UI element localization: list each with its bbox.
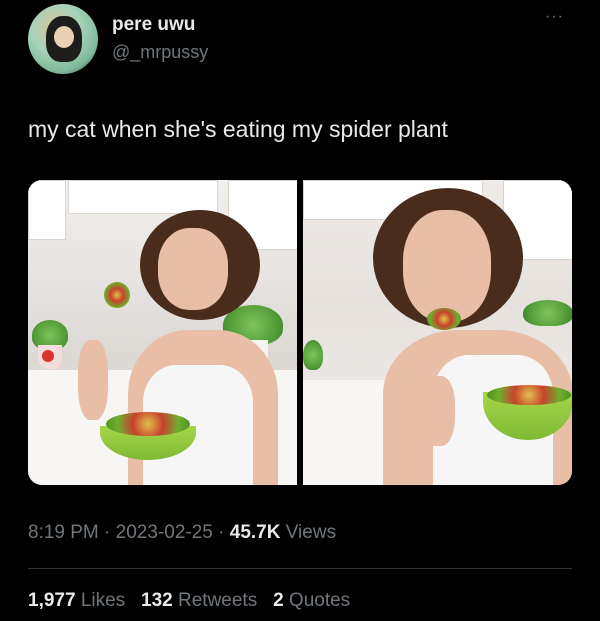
more-options-icon[interactable]: ··· (545, 8, 564, 26)
arm (421, 376, 455, 446)
fork-salad (427, 308, 461, 330)
face (158, 228, 228, 310)
plant (523, 300, 572, 326)
quotes-count: 2 (273, 590, 284, 611)
views-label: Views (280, 522, 337, 543)
tweet-meta: 8:19 PM · 2023-02-25 · 45.7K Views (28, 522, 336, 544)
tweet-text: my cat when she's eating my spider plant (28, 116, 448, 142)
cabinet (68, 180, 218, 214)
retweets-label: Retweets (172, 590, 258, 611)
tweet-date[interactable]: 2023-02-25 (116, 522, 213, 543)
photo-left[interactable] (28, 180, 297, 485)
tomato (42, 350, 54, 362)
likes-stat[interactable]: 1,977 Likes (28, 590, 125, 611)
retweets-count: 132 (141, 590, 173, 611)
tweet: pere uwu @_mrpussy ··· my cat when she's… (0, 0, 600, 621)
separator: · (98, 522, 116, 543)
quotes-label: Quotes (283, 590, 351, 611)
fork-salad (104, 282, 130, 308)
avatar[interactable] (28, 4, 98, 74)
likes-label: Likes (75, 590, 126, 611)
separator: · (212, 522, 230, 543)
retweets-stat[interactable]: 132 Retweets (141, 590, 257, 611)
likes-count: 1,977 (28, 590, 76, 611)
engagement-stats: 1,977 Likes 132 Retweets 2 Quotes (28, 590, 350, 612)
plant (303, 340, 323, 370)
salad (487, 385, 571, 405)
quotes-stat[interactable]: 2 Quotes (273, 590, 350, 611)
arm (78, 340, 108, 420)
views-count[interactable]: 45.7K (230, 522, 281, 543)
salad (106, 412, 190, 436)
face (403, 210, 491, 322)
avatar-face (54, 26, 74, 48)
divider (28, 568, 572, 569)
tweet-time[interactable]: 8:19 PM (28, 522, 99, 543)
cabinet (28, 180, 66, 240)
author-display-name[interactable]: pere uwu (112, 14, 195, 36)
author-handle[interactable]: @_mrpussy (112, 42, 208, 63)
media-grid (28, 180, 572, 485)
photo-right[interactable] (303, 180, 572, 485)
